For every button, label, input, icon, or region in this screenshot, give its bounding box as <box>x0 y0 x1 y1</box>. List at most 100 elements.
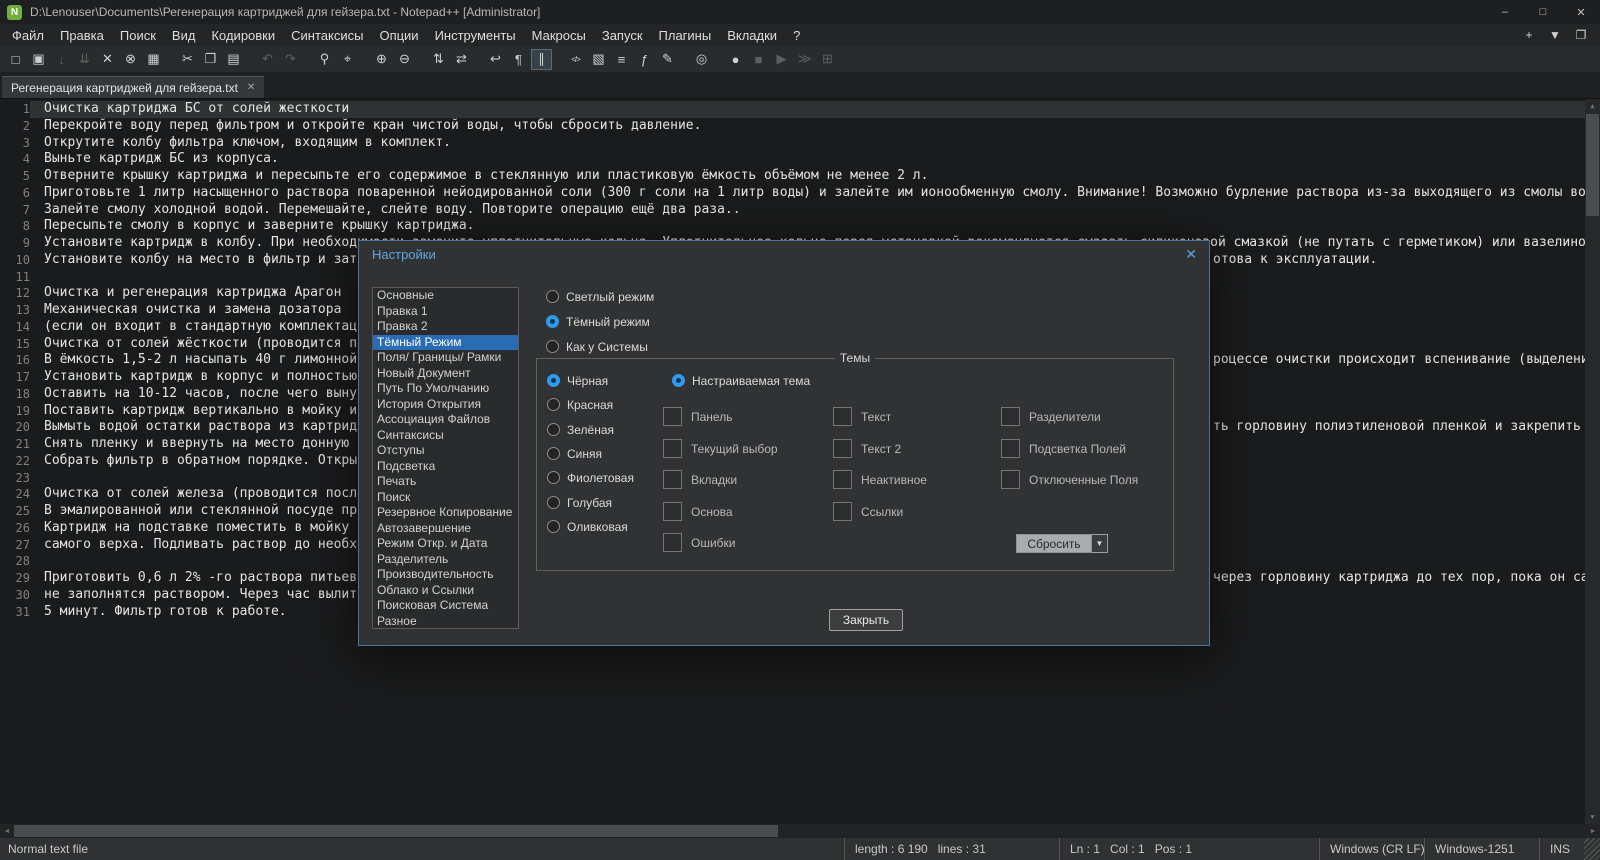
menu-item[interactable]: Запуск <box>594 26 651 45</box>
settings-category[interactable]: Тёмный Режим <box>373 334 518 350</box>
menu-item[interactable]: Инструменты <box>427 26 524 45</box>
settings-category[interactable]: Подсветка <box>373 459 518 475</box>
document-map-icon[interactable]: ▧ <box>589 50 608 69</box>
color-swatch[interactable] <box>833 470 852 489</box>
settings-category[interactable]: Автозавершение <box>373 521 518 537</box>
scroll-up-icon[interactable]: ▲ <box>1585 99 1600 113</box>
settings-category[interactable]: Поиск <box>373 490 518 506</box>
find-icon[interactable]: ⚲ <box>315 50 334 69</box>
reset-button[interactable]: Сбросить <box>1016 534 1092 553</box>
color-swatch[interactable] <box>663 502 682 521</box>
windows-button[interactable]: ❐ <box>1568 25 1594 45</box>
zoom-in-icon[interactable]: ⊕ <box>372 50 391 69</box>
sync-horizontal-icon[interactable]: ⇄ <box>452 50 471 69</box>
zoom-out-icon[interactable]: ⊖ <box>395 50 414 69</box>
monitoring-eye-icon[interactable]: ◎ <box>692 50 711 69</box>
tone-radio[interactable]: Синяя <box>547 446 602 461</box>
open-folder-icon[interactable]: ▣ <box>29 50 48 69</box>
scroll-right-icon[interactable]: ► <box>1586 824 1600 838</box>
custom-theme-radio[interactable]: Настраиваемая тема <box>672 373 810 388</box>
tab-active[interactable]: Регенерация картриджей для гейзера.txt ✕ <box>2 76 265 98</box>
menu-item[interactable]: Кодировки <box>203 26 283 45</box>
close-file-icon[interactable]: ✕ <box>98 50 117 69</box>
settings-category[interactable]: Синтаксисы <box>373 428 518 444</box>
save-macro-icon[interactable]: ⊞ <box>818 50 837 69</box>
settings-category[interactable]: Резервное Копирование <box>373 505 518 521</box>
menu-item[interactable]: Правка <box>52 26 112 45</box>
color-swatch[interactable] <box>1001 439 1020 458</box>
sync-vertical-icon[interactable]: ⇅ <box>429 50 448 69</box>
color-swatch[interactable] <box>833 502 852 521</box>
indent-guide-icon[interactable]: ∥ <box>531 48 552 70</box>
color-swatch[interactable] <box>833 407 852 426</box>
new-file-icon[interactable]: □ <box>6 50 25 69</box>
menu-item[interactable]: Файл <box>4 26 52 45</box>
scroll-left-icon[interactable]: ◄ <box>0 824 14 838</box>
tone-radio[interactable]: Фиолетовая <box>547 470 634 485</box>
settings-category[interactable]: Поисковая Система <box>373 598 518 614</box>
paste-icon[interactable]: ▤ <box>224 50 243 69</box>
function-list-icon[interactable]: ƒ <box>635 50 654 69</box>
settings-category[interactable]: Производительность <box>373 567 518 583</box>
menu-item[interactable]: Макросы <box>524 26 594 45</box>
dialog-close-button[interactable]: Закрыть <box>829 609 903 631</box>
menu-item[interactable]: Плагины <box>651 26 720 45</box>
resize-grip[interactable] <box>1584 838 1600 860</box>
settings-category[interactable]: Путь По Умолчанию <box>373 381 518 397</box>
settings-category[interactable]: Печать <box>373 474 518 490</box>
settings-category[interactable]: Разделитель <box>373 552 518 568</box>
copy-icon[interactable]: ❐ <box>201 50 220 69</box>
settings-category[interactable]: Правка 2 <box>373 319 518 335</box>
tab-close-icon[interactable]: ✕ <box>247 82 255 93</box>
replace-icon[interactable]: ⌖ <box>338 50 357 69</box>
color-swatch[interactable] <box>663 439 682 458</box>
new-tab-button[interactable]: + <box>1516 25 1542 45</box>
settings-category[interactable]: Ассоциация Файлов <box>373 412 518 428</box>
color-swatch[interactable] <box>1001 470 1020 489</box>
mode-radio[interactable]: Как у Системы <box>546 339 648 354</box>
settings-category[interactable]: Основные <box>373 288 518 304</box>
save-all-icon[interactable]: ⇊ <box>75 50 94 69</box>
vertical-scroll-thumb[interactable] <box>1586 114 1599 216</box>
dialog-close-icon[interactable]: ✕ <box>1185 246 1197 263</box>
edit-popup-icon[interactable]: ✎ <box>658 50 677 69</box>
menu-item[interactable]: Вид <box>164 26 204 45</box>
reset-dropdown-icon[interactable]: ▼ <box>1092 534 1108 553</box>
tone-radio[interactable]: Зелёная <box>547 422 614 437</box>
menu-item[interactable]: Опции <box>371 26 426 45</box>
horizontal-scroll-thumb[interactable] <box>14 825 778 837</box>
settings-category[interactable]: Новый Документ <box>373 366 518 382</box>
color-swatch[interactable] <box>1001 407 1020 426</box>
word-wrap-icon[interactable]: ↩ <box>486 50 505 69</box>
tone-radio[interactable]: Оливковая <box>547 519 628 534</box>
mode-radio[interactable]: Светлый режим <box>546 289 654 304</box>
record-macro-icon[interactable]: ● <box>726 50 745 69</box>
settings-category[interactable]: Режим Откр. и Дата <box>373 536 518 552</box>
color-swatch[interactable] <box>663 533 682 552</box>
cut-icon[interactable]: ✂ <box>178 50 197 69</box>
close-button[interactable]: ✕ <box>1562 0 1600 24</box>
settings-category[interactable]: Разное <box>373 614 518 629</box>
tone-radio[interactable]: Чёрная <box>547 373 608 388</box>
minimize-button[interactable]: – <box>1486 0 1524 24</box>
settings-category[interactable]: История Открытия <box>373 397 518 413</box>
color-swatch[interactable] <box>663 407 682 426</box>
tab-list-button[interactable]: ▼ <box>1542 25 1568 45</box>
tone-radio[interactable]: Красная <box>547 397 613 412</box>
vertical-scrollbar[interactable]: ▲ ▼ <box>1585 99 1600 824</box>
color-swatch[interactable] <box>663 470 682 489</box>
document-list-icon[interactable]: ≡ <box>612 50 631 69</box>
show-all-chars-icon[interactable]: ¶ <box>509 50 528 69</box>
run-macro-multiple-icon[interactable]: ≫ <box>795 50 814 69</box>
menu-item[interactable]: ? <box>785 26 808 45</box>
menu-item[interactable]: Вкладки <box>719 26 785 45</box>
stop-macro-icon[interactable]: ■ <box>749 50 768 69</box>
print-icon[interactable]: ▦ <box>144 50 163 69</box>
settings-category[interactable]: Отступы <box>373 443 518 459</box>
save-icon[interactable]: ↓ <box>52 50 71 69</box>
settings-category[interactable]: Поля/ Границы/ Рамки <box>373 350 518 366</box>
horizontal-scrollbar[interactable]: ◄ ► <box>0 824 1600 838</box>
mode-radio[interactable]: Тёмный режим <box>546 314 650 329</box>
scroll-down-icon[interactable]: ▼ <box>1585 810 1600 824</box>
undo-icon[interactable]: ↶ <box>258 50 277 69</box>
